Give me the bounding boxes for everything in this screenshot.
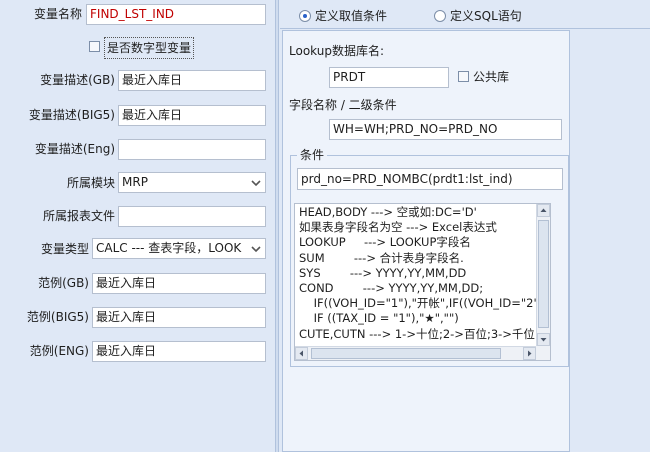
radio-define-condition[interactable] [299,10,311,22]
scroll-right-button[interactable] [523,347,536,360]
vertical-scrollbar[interactable] [536,204,550,346]
vertical-scroll-thumb[interactable] [538,220,549,328]
arrow-left-icon [299,350,303,357]
help-text-area[interactable]: HEAD,BODY ---> 空或如:DC='D' 如果表身字段名为空 --->… [294,203,551,361]
field-label: 字段名称 / 二级条件 [289,98,397,112]
condition-legend: 条件 [297,147,328,163]
public-db-checkbox[interactable] [458,71,469,82]
chevron-down-icon[interactable] [250,244,262,254]
arrow-up-icon [540,208,547,212]
arrow-down-icon [540,338,547,342]
variable-form-panel: 变量名称 FIND_LST_IND 是否数字型变量 变量描述(GB) 最近入库日… [0,0,275,452]
var-name-input[interactable]: FIND_LST_IND [86,4,266,25]
help-line: HEAD,BODY ---> 空或如:DC='D' [299,205,477,219]
help-line: CUTE,CUTN ---> 1->十位;2->百位;3->千位.. [299,326,537,341]
chevron-down-icon[interactable] [250,178,262,188]
report-file-input[interactable] [118,206,266,227]
radio-define-condition-label[interactable]: 定义取值条件 [315,6,387,26]
desc-eng-label: 变量描述(Eng) [34,142,115,156]
var-type-label: 变量类型 [40,242,89,256]
help-line: LOOKUP ---> LOOKUP字段名 [299,235,471,250]
desc-gb-label: 变量描述(GB) [40,73,115,87]
help-line: IF((VOH_ID="1"),"开帐",IF((VOH_ID="2" [299,296,537,311]
desc-eng-input[interactable] [118,139,266,160]
splitter[interactable] [275,0,279,452]
mode-radio-bar: 定义取值条件 定义SQL语句 [280,0,650,29]
help-line: SUM ---> 合计表身字段名. [299,250,464,265]
is-numeric-label[interactable]: 是否数字型变量 [104,37,195,59]
example-big5-label: 范例(BIG5) [26,310,89,324]
desc-big5-label: 变量描述(BIG5) [28,108,115,122]
public-db-label: 公共库 [473,70,510,84]
help-line: COND ---> YYYY,YY,MM,DD; [299,281,484,296]
arrow-right-icon [528,350,532,357]
example-big5-input[interactable]: 最近入库日 [92,307,266,328]
module-select[interactable]: MRP [118,172,266,193]
var-name-label: 变量名称 [33,7,82,21]
condition-input[interactable]: prd_no=PRD_NOMBC(prdt1:lst_ind) [297,168,563,190]
module-value: MRP [122,175,148,189]
var-type-select[interactable]: CALC --- 查表字段，LOOK [92,238,266,259]
example-gb-label: 范例(GB) [38,276,89,290]
desc-big5-input[interactable]: 最近入库日 [118,105,266,126]
var-type-value: CALC --- 查表字段，LOOK [96,241,242,255]
is-numeric-checkbox[interactable] [89,41,100,52]
field-input[interactable]: WH=WH;PRD_NO=PRD_NO [329,119,562,140]
scroll-up-button[interactable] [537,204,550,217]
scroll-corner [536,346,550,360]
help-line: 如果表身字段名为空 ---> Excel表达式 [299,220,497,235]
example-gb-input[interactable]: 最近入库日 [92,273,266,294]
horizontal-scrollbar[interactable] [295,346,536,360]
lookup-db-input[interactable]: PRDT [329,67,449,88]
help-line: SYS ---> YYYY,YY,MM,DD [299,265,467,280]
scroll-left-button[interactable] [295,347,308,360]
help-text-lines: HEAD,BODY ---> 空或如:DC='D' 如果表身字段名为空 --->… [299,205,537,342]
example-eng-input[interactable]: 最近入库日 [92,341,266,362]
radio-define-sql[interactable] [434,10,446,22]
module-label: 所属模块 [66,176,115,190]
condition-editor: Lookup数据库名: PRDT 公共库 字段名称 / 二级条件 WH=WH;P… [282,30,570,452]
radio-define-sql-label[interactable]: 定义SQL语句 [450,6,522,26]
scroll-down-button[interactable] [537,333,550,346]
horizontal-scroll-thumb[interactable] [311,348,501,359]
example-eng-label: 范例(ENG) [29,344,89,358]
help-line: IF ((TAX_ID = "1"),"★","") [299,311,459,326]
desc-gb-input[interactable]: 最近入库日 [118,70,266,91]
report-file-label: 所属报表文件 [42,209,115,223]
lookup-db-label: Lookup数据库名: [289,44,385,58]
